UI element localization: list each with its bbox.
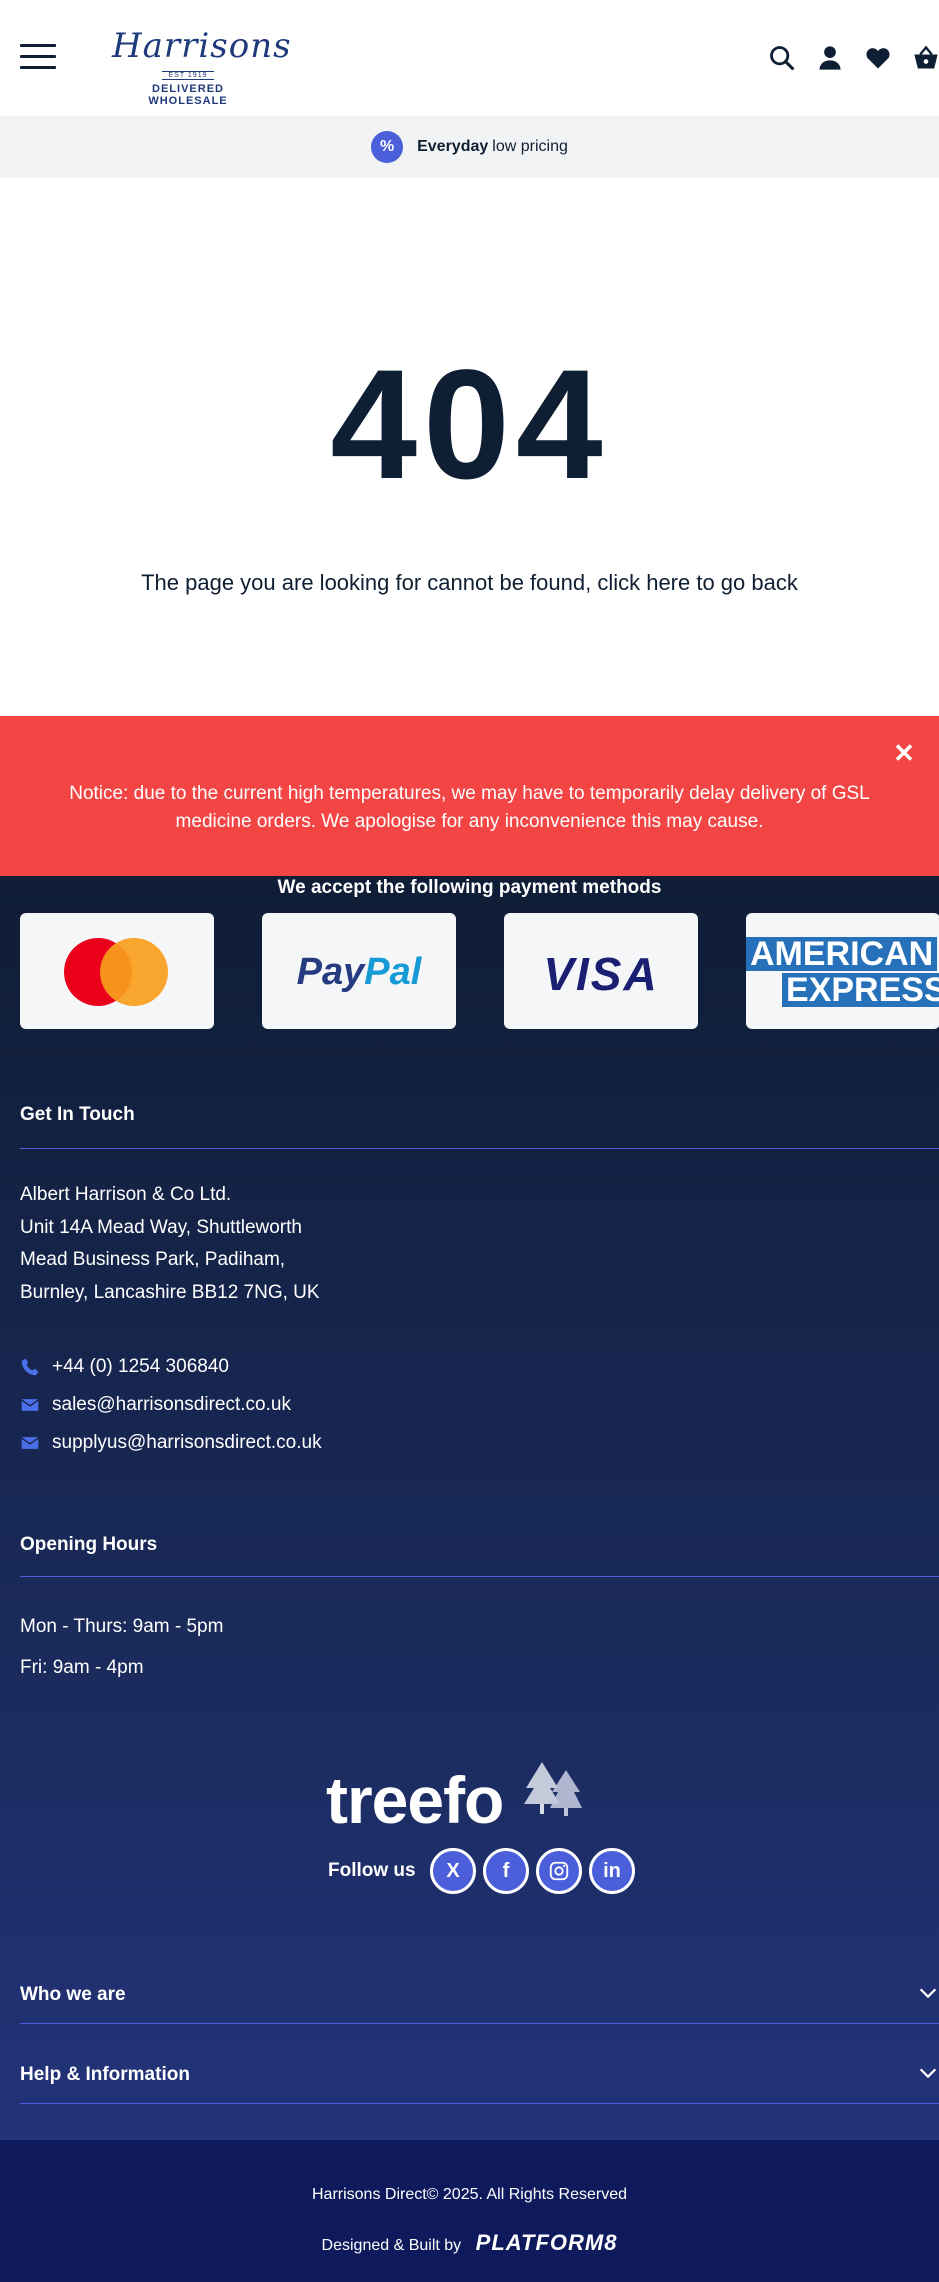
paypal-pal: Pal — [364, 951, 422, 993]
built-by-label: Designed & Built by — [321, 2237, 462, 2254]
accordion-help-information[interactable]: Help & Information — [20, 2048, 939, 2104]
logo-est: EST 1919 — [162, 71, 214, 80]
menu-icon[interactable] — [20, 44, 56, 70]
treefo-wordmark: treefo — [326, 1763, 504, 1837]
payment-methods-title: We accept the following payment methods — [277, 877, 662, 898]
hours-line: Fri: 9am - 4pm — [20, 1657, 144, 1678]
promo-banner: % Everyday low pricing — [0, 116, 939, 178]
user-icon[interactable] — [816, 44, 844, 72]
paypal-logo: PayPal — [262, 913, 456, 1029]
accordion-who-we-are[interactable]: Who we are — [20, 1968, 939, 2024]
follow-us-label: Follow us — [328, 1860, 416, 1881]
chevron-down-icon — [919, 1988, 937, 1999]
get-in-touch-title: Get In Touch — [20, 1104, 135, 1125]
basket-icon[interactable] — [912, 44, 939, 72]
logo-tagline: DELIVERED WHOLESALE — [148, 83, 228, 107]
address-line: Unit 14A Mead Way, Shuttleworth — [20, 1217, 302, 1238]
copyright-text: Harrisons Direct© 2025. All Rights Reser… — [311, 2186, 628, 2203]
email-text: supplyus@harrisonsdirect.co.uk — [52, 1432, 322, 1453]
mail-icon — [21, 1399, 39, 1411]
accordion-label: Who we are — [20, 1984, 126, 2005]
site-logo[interactable]: Harrisons EST 1919 DELIVERED WHOLESALE — [112, 26, 292, 107]
linkedin-icon[interactable]: in — [589, 1848, 635, 1894]
treefo-logo[interactable]: treefo — [326, 1762, 586, 1842]
trees-icon — [524, 1762, 582, 1816]
email-link[interactable]: supplyus@harrisonsdirect.co.uk — [20, 1432, 322, 1454]
hours-line: Mon - Thurs: 9am - 5pm — [20, 1616, 224, 1637]
address-line: Albert Harrison & Co Ltd. — [20, 1184, 232, 1205]
site-header: Harrisons EST 1919 DELIVERED WHOLESALE — [0, 0, 939, 116]
chevron-down-icon — [919, 2068, 937, 2079]
promo-strong: Everyday — [417, 138, 489, 155]
logo-script: Harrisons — [112, 26, 292, 66]
x-twitter-icon[interactable]: X — [430, 1848, 476, 1894]
phone-link[interactable]: +44 (0) 1254 306840 — [20, 1356, 229, 1378]
email-link[interactable]: sales@harrisonsdirect.co.uk — [20, 1394, 291, 1416]
platform8-logo[interactable]: PLATFORM8 — [476, 2230, 618, 2255]
accordion-label: Help & Information — [20, 2064, 190, 2085]
notice-text: Notice: due to the current high temperat… — [69, 783, 870, 832]
heart-icon[interactable] — [864, 44, 892, 72]
address-line: Burnley, Lancashire BB12 7NG, UK — [20, 1282, 320, 1303]
instagram-icon[interactable] — [536, 1848, 582, 1894]
mail-icon — [21, 1437, 39, 1449]
amex-logo: AMERICAN EXPRESS — [746, 913, 939, 1029]
email-text: sales@harrisonsdirect.co.uk — [52, 1394, 291, 1415]
amex-line2: EXPRESS — [782, 973, 939, 1007]
phone-icon — [21, 1358, 39, 1376]
discount-badge-icon: % — [371, 131, 404, 163]
site-footer: We accept the following payment methods … — [0, 876, 939, 2140]
facebook-icon[interactable]: f — [483, 1848, 529, 1894]
paypal-pay: Pay — [296, 951, 365, 993]
close-icon[interactable]: ✕ — [889, 738, 919, 768]
amex-line1: AMERICAN — [746, 937, 938, 971]
built-by: Designed & Built by PLATFORM8 — [0, 2230, 939, 2256]
opening-hours-title: Opening Hours — [20, 1534, 158, 1555]
error-back-link[interactable]: The page you are looking for cannot be f… — [0, 570, 939, 596]
error-code: 404 — [330, 338, 609, 512]
visa-logo: VISA — [504, 913, 698, 1029]
address-line: Mead Business Park, Padiham, — [20, 1249, 286, 1270]
divider — [20, 1576, 939, 1577]
footer-bottom-bar: Harrisons Direct© 2025. All Rights Reser… — [0, 2140, 939, 2282]
notice-banner: ✕ Notice: due to the current high temper… — [0, 716, 939, 876]
visa-text: VISA — [543, 948, 659, 1000]
search-icon[interactable] — [768, 44, 796, 72]
mastercard-logo — [20, 913, 214, 1029]
phone-text: +44 (0) 1254 306840 — [52, 1356, 229, 1377]
divider — [20, 1148, 939, 1149]
promo-text: low pricing — [492, 138, 568, 155]
